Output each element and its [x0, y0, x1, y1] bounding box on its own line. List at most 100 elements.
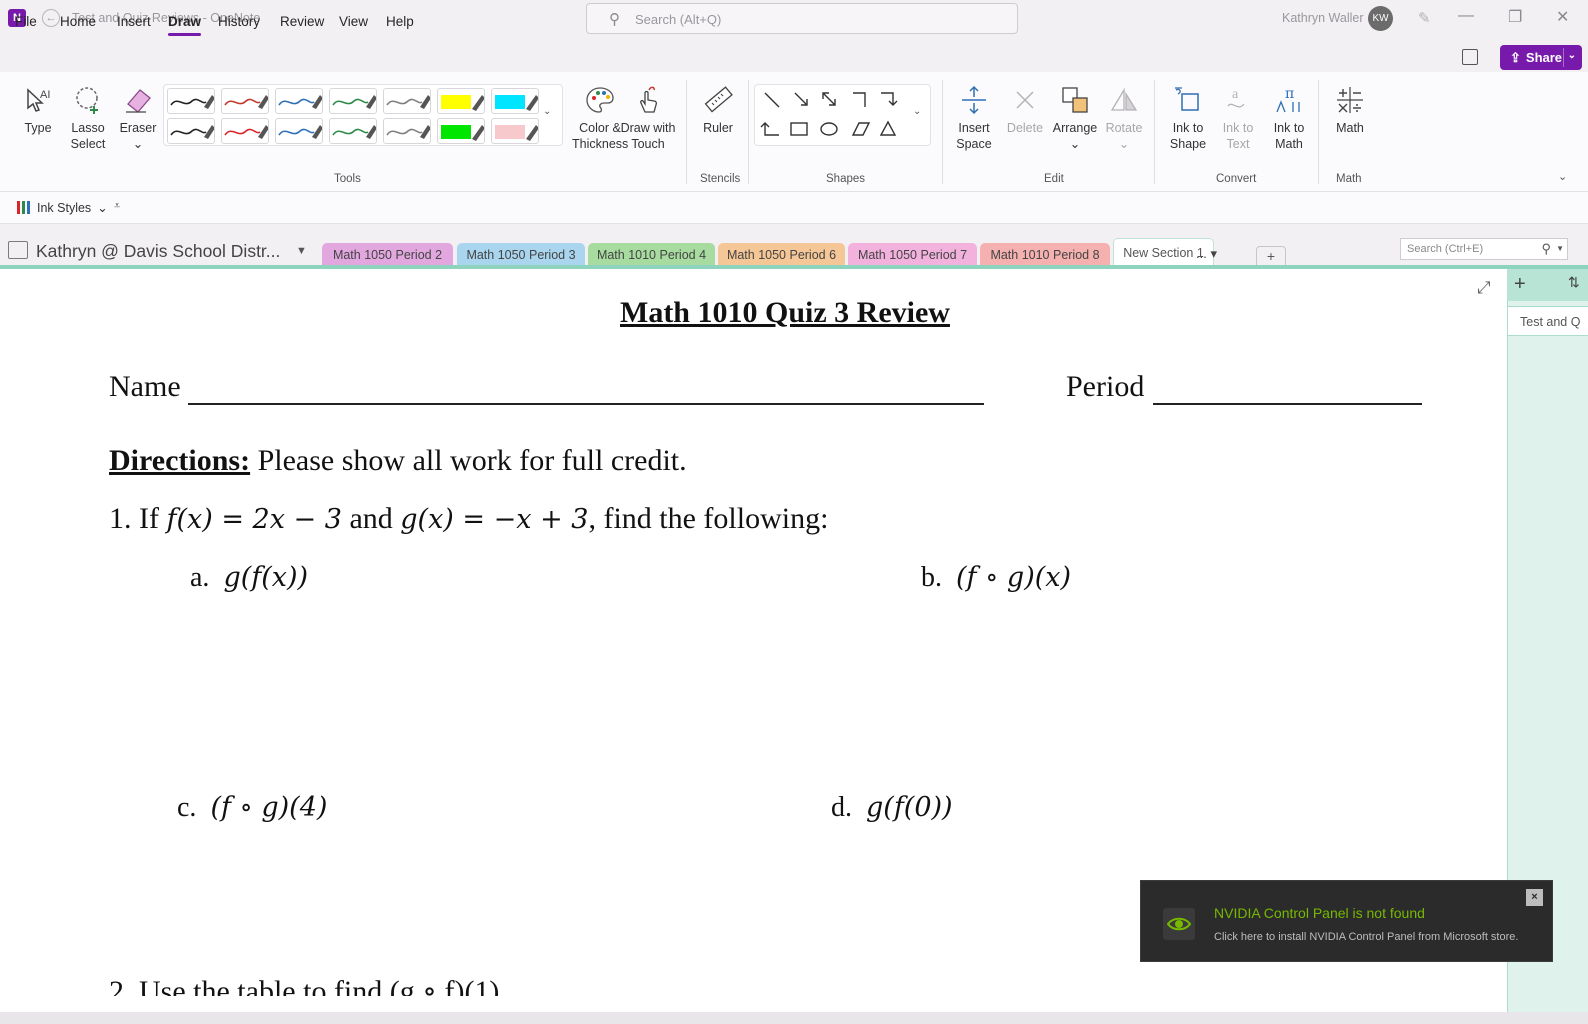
chevron-down-icon[interactable]: ⌄	[543, 106, 551, 117]
back-button[interactable]: ←	[42, 9, 60, 27]
pen-icon	[386, 125, 430, 139]
menu-home[interactable]: Home	[60, 14, 96, 29]
convert-group-label: Convert	[1216, 173, 1257, 185]
menu-help[interactable]: Help	[386, 14, 414, 29]
highlighter-swatch[interactable]	[491, 118, 539, 144]
pen-gallery	[163, 84, 563, 146]
stencils-group-label: Stencils	[700, 173, 741, 185]
pen-swatch[interactable]	[167, 118, 215, 144]
chevron-down-icon: ⌄	[132, 137, 144, 151]
chevron-down-icon[interactable]: ⌄	[1558, 170, 1567, 183]
menu-insert[interactable]: Insert	[117, 14, 151, 29]
rotate-button[interactable]: Rotate ⌄	[1102, 84, 1146, 152]
pen-icon	[332, 95, 376, 109]
pen-swatch[interactable]	[221, 88, 269, 114]
menu-draw[interactable]: Draw	[168, 14, 202, 36]
ink-to-shape-button[interactable]: Ink to Shape	[1164, 84, 1212, 152]
menu-file[interactable]: File	[15, 14, 37, 29]
sort-pages-icon[interactable]: ⇅	[1568, 274, 1580, 291]
draw-with-touch-button[interactable]: Draw with Touch	[618, 84, 678, 152]
ellipse-shape-icon	[820, 122, 838, 136]
pen-swatch[interactable]	[221, 118, 269, 144]
share-button[interactable]: ⇪ Share ⌄	[1500, 45, 1582, 70]
elbow-shape-icon	[853, 92, 866, 107]
search-icon: ⚲	[609, 11, 620, 28]
chevron-down-icon[interactable]: ▼	[296, 245, 307, 257]
section-tab[interactable]: Math 1050 Period 2	[322, 243, 453, 266]
ruler-button[interactable]: Ruler	[696, 84, 740, 136]
more-sections-button[interactable]: ... ▾	[1196, 246, 1217, 262]
pen-swatch[interactable]	[275, 118, 323, 144]
lasso-select-button[interactable]: Lasso Select	[66, 84, 110, 152]
highlighter-swatch[interactable]	[491, 88, 539, 114]
parallelogram-shape-icon	[851, 122, 871, 136]
user-name[interactable]: Kathryn Waller	[1282, 11, 1364, 25]
minimize-button[interactable]: —	[1458, 7, 1474, 25]
tools-group-label: Tools	[334, 173, 361, 185]
section-tab[interactable]: Math 1050 Period 3	[457, 243, 585, 266]
notebook-name[interactable]: Kathryn @ Davis School Distr...	[36, 241, 280, 262]
double-arrow-shape-icon	[822, 92, 836, 106]
search-box[interactable]: ⚲ Search (Alt+Q)	[586, 3, 1018, 34]
function-f: f(x) = 2x − 3	[166, 504, 342, 535]
pen-swatch[interactable]	[329, 88, 377, 114]
function-g: g(x) = −x + 3	[400, 504, 589, 535]
avatar[interactable]: KW	[1368, 6, 1393, 31]
shapes-group-label: Shapes	[826, 173, 866, 185]
corner-arrow-shape-icon	[760, 122, 779, 136]
pen-swatch[interactable]	[275, 88, 323, 114]
ink-to-shape-icon	[1175, 87, 1199, 111]
pen-swatch[interactable]	[383, 118, 431, 144]
sticky-notes-icon[interactable]	[1462, 49, 1478, 65]
pen-icon	[170, 125, 214, 139]
page-search-input[interactable]: Search (Ctrl+E) ⚲ ▼	[1400, 238, 1568, 260]
add-page-button[interactable]: +	[1514, 273, 1526, 296]
pen-icon	[224, 95, 268, 109]
chevron-down-icon: ⌄	[1069, 137, 1081, 151]
close-icon[interactable]: ×	[1526, 889, 1543, 906]
pen-icon	[495, 125, 538, 141]
delete-button[interactable]: Delete	[1004, 84, 1046, 136]
pen-swatch[interactable]	[383, 88, 431, 114]
menu-review[interactable]: Review	[280, 14, 324, 29]
edit-group-label: Edit	[1044, 173, 1064, 185]
add-section-button[interactable]: +	[1256, 246, 1286, 266]
customize-toolbar-icon[interactable]: ⩡	[114, 200, 120, 213]
section-tab[interactable]: Math 1050 Period 7	[848, 243, 977, 266]
section-tab[interactable]: Math 1010 Period 4	[588, 243, 715, 266]
highlighter-swatch[interactable]	[437, 118, 485, 144]
page-list-item[interactable]: Test and Q	[1508, 306, 1588, 336]
pen-icon[interactable]: ✎	[1418, 9, 1431, 27]
period-blank-line	[1153, 403, 1422, 405]
ink-to-text-button[interactable]: a Ink to Text	[1216, 84, 1260, 152]
math-group-label: Math	[1336, 173, 1362, 185]
highlighter-swatch[interactable]	[437, 88, 485, 114]
notification-toast[interactable]: NVIDIA Control Panel is not found Click …	[1140, 880, 1553, 962]
pen-swatch[interactable]	[329, 118, 377, 144]
pen-swatch[interactable]	[167, 88, 215, 114]
chevron-down-icon[interactable]: ⌄	[913, 106, 921, 117]
type-button[interactable]: AI Type	[18, 84, 58, 136]
menu-history[interactable]: History	[218, 14, 260, 29]
eraser-button[interactable]: Eraser ⌄	[116, 84, 160, 152]
restore-button[interactable]: ❐	[1508, 7, 1522, 27]
arrange-button[interactable]: Arrange ⌄	[1050, 84, 1100, 152]
section-tab[interactable]: Math 1050 Period 6	[718, 243, 845, 266]
notebook-icon[interactable]	[8, 241, 28, 259]
math-button[interactable]: Math	[1328, 84, 1372, 136]
ink-to-math-button[interactable]: π Ink to Math	[1266, 84, 1312, 152]
shapes-icons	[760, 92, 898, 136]
section-tab[interactable]: Math 1010 Period 8	[980, 243, 1110, 266]
pen-icon	[278, 125, 322, 139]
insert-space-icon	[962, 85, 986, 115]
pen-icon	[224, 125, 268, 139]
fullscreen-expand-icon[interactable]: ⤢	[1477, 278, 1491, 298]
close-button[interactable]: ✕	[1556, 7, 1569, 27]
ink-styles-icon	[17, 201, 30, 214]
menu-view[interactable]: View	[339, 14, 368, 29]
ink-styles-button[interactable]: Ink Styles ⌄	[16, 200, 108, 215]
directions-text: Directions: Please show all work for ful…	[109, 444, 687, 477]
elbow-arrow-shape-icon	[881, 92, 898, 106]
chevron-down-icon[interactable]: ⌄	[1568, 50, 1576, 61]
insert-space-button[interactable]: Insert Space	[950, 84, 998, 152]
